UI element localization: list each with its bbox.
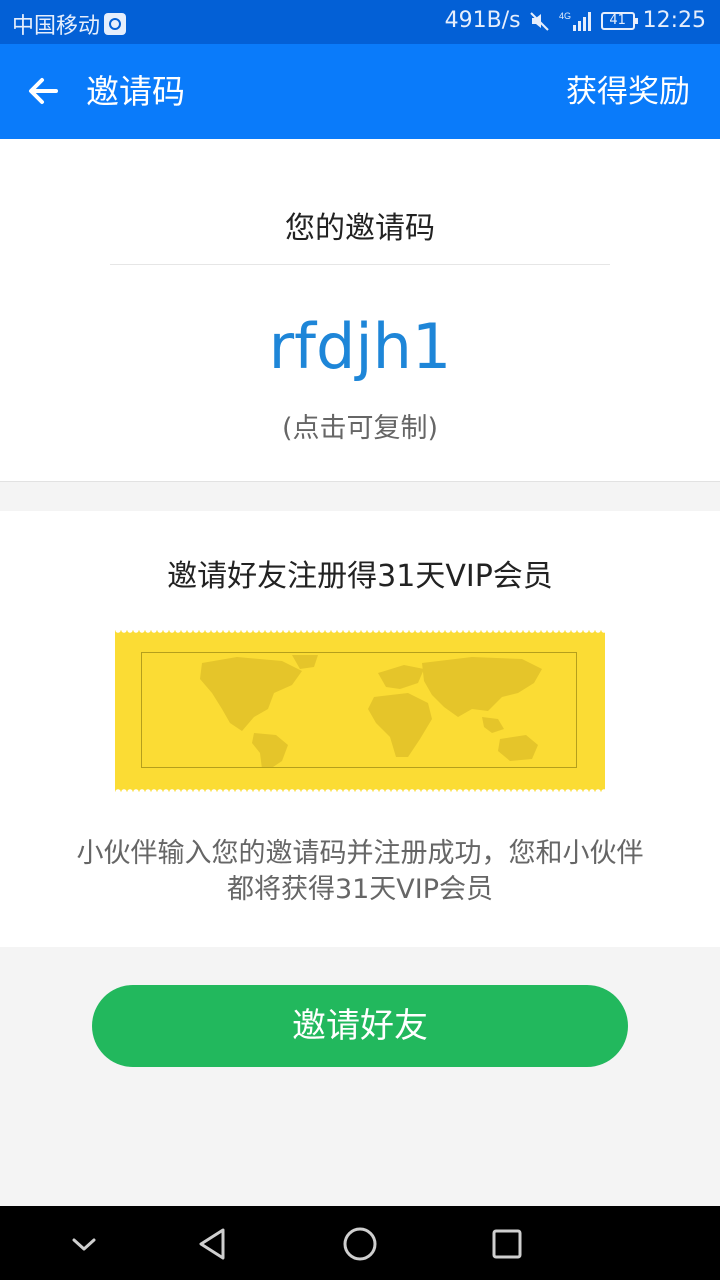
page-title: 邀请码	[86, 72, 185, 111]
copy-hint: (点击可复制)	[281, 413, 439, 444]
vip-ticket-image	[115, 630, 605, 792]
get-reward-button[interactable]: 获得奖励	[566, 70, 690, 114]
app-bar: 邀请码 获得奖励	[0, 44, 720, 139]
battery-icon: 41	[600, 11, 638, 30]
back-arrow-icon[interactable]	[22, 69, 66, 113]
clock: 12:25	[642, 8, 706, 33]
invite-friends-card: 邀请好友注册得31天VIP会员 小伙伴输入您的邀请码并注册成功，您和小伙伴 都将…	[0, 511, 720, 947]
code-heading: 您的邀请码	[285, 211, 435, 246]
status-right: 491B/s 4G 41 12:25	[445, 8, 706, 33]
mute-icon	[529, 11, 549, 31]
battery-level: 41	[609, 12, 626, 28]
circle-home-icon[interactable]	[340, 1224, 380, 1264]
carrier-name: 中国移动	[12, 14, 101, 39]
signal-icon: 4G	[559, 11, 591, 31]
ticket-frame	[141, 652, 577, 768]
description-line-2: 都将获得31天VIP会员	[226, 874, 494, 905]
triangle-back-icon[interactable]	[193, 1224, 233, 1264]
invite-friends-button[interactable]: 邀请好友	[92, 985, 628, 1067]
status-bar: 中国移动 491B/s 4G 41 12:25	[0, 0, 720, 44]
invite-code-value[interactable]: rfdjh1	[0, 309, 720, 385]
description-line-1: 小伙伴输入您的邀请码并注册成功，您和小伙伴	[76, 838, 644, 869]
invite-description: 小伙伴输入您的邀请码并注册成功，您和小伙伴 都将获得31天VIP会员	[30, 836, 690, 908]
network-speed: 491B/s	[444, 8, 521, 33]
screen: 中国移动 491B/s 4G 41 12:25 邀请码 获得奖励 您的邀请码 r…	[0, 0, 720, 1280]
invite-heading: 邀请好友注册得31天VIP会员	[167, 559, 553, 594]
system-nav-bar	[0, 1206, 720, 1280]
carrier-app-icon	[104, 13, 127, 35]
chevron-down-icon[interactable]	[64, 1224, 104, 1264]
world-map-icon	[200, 655, 542, 767]
invite-code-card: 您的邀请码 rfdjh1 (点击可复制)	[0, 139, 720, 482]
network-type: 4G	[559, 11, 571, 21]
square-recents-icon[interactable]	[487, 1224, 527, 1264]
status-left: 中国移动	[12, 8, 127, 40]
divider	[110, 264, 610, 265]
